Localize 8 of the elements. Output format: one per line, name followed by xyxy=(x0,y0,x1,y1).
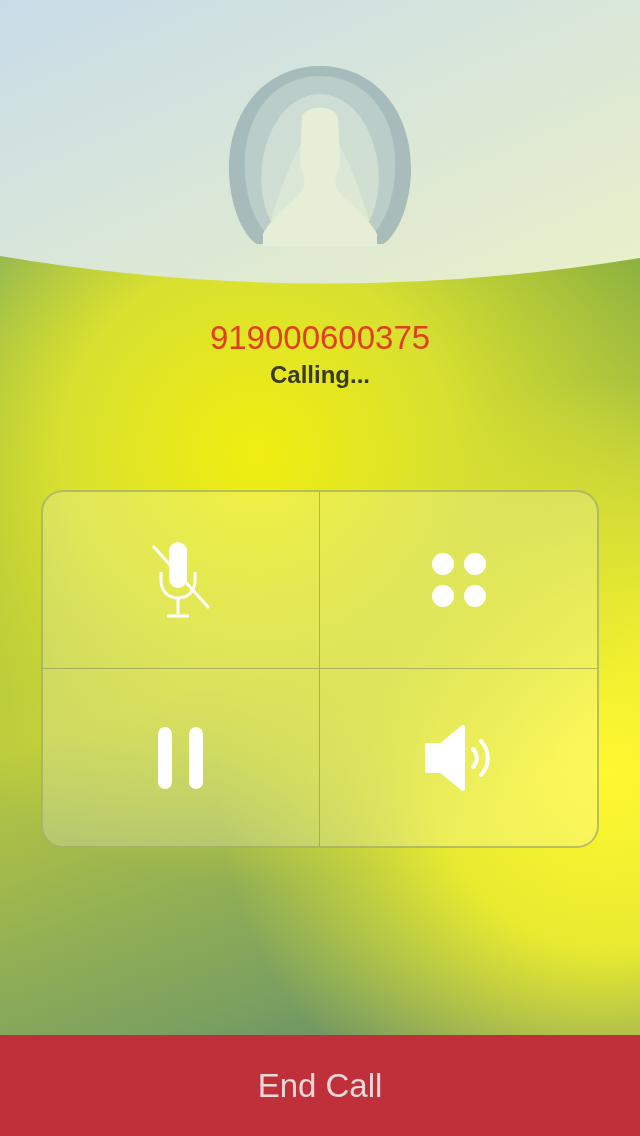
pause-icon xyxy=(157,726,205,789)
phone-number: 919000600375 xyxy=(209,318,431,358)
mute-button[interactable] xyxy=(43,492,320,669)
call-status: Calling... xyxy=(270,360,370,390)
end-call-button[interactable]: End Call xyxy=(0,1035,640,1136)
mute-icon xyxy=(149,540,213,620)
avatar-icon xyxy=(227,64,413,246)
keypad-icon xyxy=(429,551,488,609)
